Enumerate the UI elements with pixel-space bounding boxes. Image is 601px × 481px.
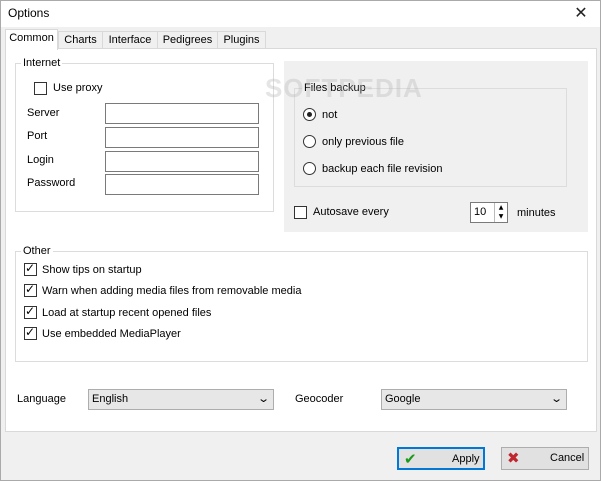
minutes-label: minutes (517, 207, 556, 219)
geocoder-select[interactable]: Google ⌄ (381, 389, 567, 410)
backup-previous-label: only previous file (322, 136, 404, 148)
login-label: Login (27, 154, 54, 166)
backup-not-label: not (322, 109, 338, 121)
softpedia-watermark: SOFTPEDIA (265, 73, 423, 103)
autosave-minutes-stepper[interactable]: 10 ▲ ▼ (470, 202, 508, 223)
password-field[interactable] (105, 174, 259, 195)
backup-previous-radio[interactable] (303, 135, 316, 148)
cancel-button[interactable]: ✖ Cancel (501, 447, 589, 470)
backup-each-label: backup each file revision (322, 163, 443, 175)
tab-pedigrees[interactable]: Pedigrees (157, 31, 218, 49)
other-group-label: Other (21, 245, 53, 257)
port-field[interactable] (105, 127, 259, 148)
internet-group-label: Internet (21, 57, 63, 69)
tab-plugins[interactable]: Plugins (217, 31, 266, 49)
port-label: Port (27, 130, 48, 142)
tab-charts[interactable]: Charts (58, 31, 103, 49)
chevron-down-icon: ⌄ (549, 392, 563, 405)
autosave-value: 10 (474, 206, 487, 218)
title-bar: Options ✕ (1, 1, 600, 27)
language-value: English (92, 393, 129, 405)
chevron-down-icon: ⌄ (256, 392, 270, 405)
server-label: Server (27, 107, 60, 119)
warn-media-checkbox[interactable]: ✓ (24, 282, 37, 297)
use-proxy-checkbox[interactable] (34, 82, 47, 95)
checkmark-icon: ✔ (404, 450, 417, 468)
checkmark-icon: ✓ (25, 304, 36, 318)
load-recent-label: Load at startup recent opened files (42, 307, 212, 319)
close-icon[interactable]: ✕ (572, 3, 590, 23)
password-label: Password (27, 177, 76, 189)
cancel-label: Cancel (550, 452, 585, 464)
login-field[interactable] (105, 151, 259, 172)
checkmark-icon: ✓ (25, 325, 36, 339)
server-field[interactable] (105, 103, 259, 124)
load-recent-checkbox[interactable]: ✓ (24, 304, 37, 319)
language-select[interactable]: English ⌄ (88, 389, 274, 410)
backup-not-radio[interactable] (303, 108, 316, 121)
tab-interface[interactable]: Interface (102, 31, 158, 49)
media-player-checkbox[interactable]: ✓ (24, 325, 37, 340)
stepper-arrows-icon[interactable]: ▲ ▼ (494, 203, 507, 222)
show-tips-label: Show tips on startup (42, 264, 142, 276)
media-player-label: Use embedded MediaPlayer (42, 328, 181, 340)
use-proxy-label: Use proxy (53, 82, 103, 94)
checkmark-icon: ✓ (25, 261, 36, 275)
language-label: Language (17, 393, 66, 405)
warn-media-label: Warn when adding media files from remova… (42, 285, 302, 297)
geocoder-value: Google (385, 393, 421, 405)
checkmark-icon: ✓ (25, 282, 36, 296)
autosave-label: Autosave every (313, 206, 389, 218)
tab-common[interactable]: Common (5, 29, 58, 50)
geocoder-label: Geocoder (295, 393, 344, 405)
autosave-checkbox[interactable] (294, 206, 307, 219)
show-tips-checkbox[interactable]: ✓ (24, 261, 37, 276)
window-title: Options (8, 6, 50, 20)
apply-button[interactable]: ✔ Apply (397, 447, 485, 470)
cross-icon: ✖ (507, 449, 520, 467)
backup-each-radio[interactable] (303, 162, 316, 175)
options-dialog: Options ✕ Common Charts Interface Pedigr… (0, 0, 601, 481)
apply-label: Apply (452, 453, 480, 465)
